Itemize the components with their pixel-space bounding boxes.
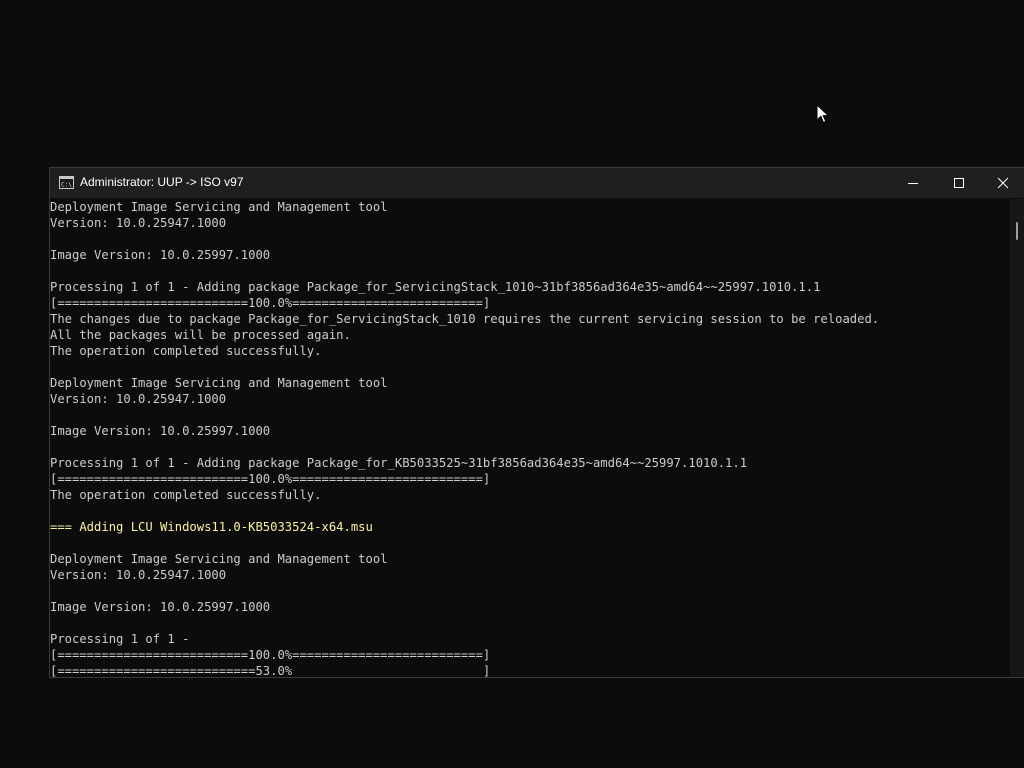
console-output[interactable]: Deployment Image Servicing and Managemen… xyxy=(50,199,1010,678)
progress-bar-line: [==========================100.0%=======… xyxy=(50,472,491,486)
console-line: Processing 1 of 1 - xyxy=(50,632,190,646)
minimize-icon xyxy=(908,183,918,184)
console-line: Deployment Image Servicing and Managemen… xyxy=(50,200,388,214)
window-title: Administrator: UUP -> ISO v97 xyxy=(80,175,244,189)
console-line: Version: 10.0.25947.1000 xyxy=(50,568,227,582)
console-line: Processing 1 of 1 - Adding package Packa… xyxy=(50,280,821,294)
close-icon xyxy=(997,177,1009,189)
console-line: All the packages will be processed again… xyxy=(50,328,351,342)
console-line: Deployment Image Servicing and Managemen… xyxy=(50,552,388,566)
progress-bar-line: [===========================53.0% ] xyxy=(50,664,491,678)
console-line: Image Version: 10.0.25997.1000 xyxy=(50,248,271,262)
console-line: The operation completed successfully. xyxy=(50,344,322,358)
maximize-icon xyxy=(954,178,964,188)
progress-bar-line: [==========================100.0%=======… xyxy=(50,296,491,310)
console-line: Deployment Image Servicing and Managemen… xyxy=(50,376,388,390)
lcu-header-line: === Adding LCU Windows11.0-KB5033524-x64… xyxy=(50,520,373,534)
console-line: Version: 10.0.25947.1000 xyxy=(50,216,227,230)
progress-bar-line: [==========================100.0%=======… xyxy=(50,648,491,662)
scrollbar-thumb[interactable] xyxy=(1016,222,1018,240)
cmd-console-icon: C:\ xyxy=(59,176,74,189)
mouse-pointer-icon xyxy=(816,104,830,124)
console-line: Version: 10.0.25947.1000 xyxy=(50,392,227,406)
svg-text:C:\: C:\ xyxy=(61,182,72,189)
vertical-scrollbar[interactable] xyxy=(1010,199,1024,677)
console-line: The changes due to package Package_for_S… xyxy=(50,312,880,326)
console-line: Image Version: 10.0.25997.1000 xyxy=(50,600,271,614)
desktop-background: C:\ Administrator: UUP -> ISO v97 Deploy… xyxy=(0,0,1024,768)
title-bar[interactable]: C:\ Administrator: UUP -> ISO v97 xyxy=(50,168,1024,198)
maximize-button[interactable] xyxy=(936,168,982,198)
console-window[interactable]: C:\ Administrator: UUP -> ISO v97 Deploy… xyxy=(49,167,1024,678)
console-line: The operation completed successfully. xyxy=(50,488,322,502)
console-line: Processing 1 of 1 - Adding package Packa… xyxy=(50,456,748,470)
console-line: Image Version: 10.0.25997.1000 xyxy=(50,424,271,438)
minimize-button[interactable] xyxy=(890,168,936,198)
close-button[interactable] xyxy=(982,168,1024,198)
